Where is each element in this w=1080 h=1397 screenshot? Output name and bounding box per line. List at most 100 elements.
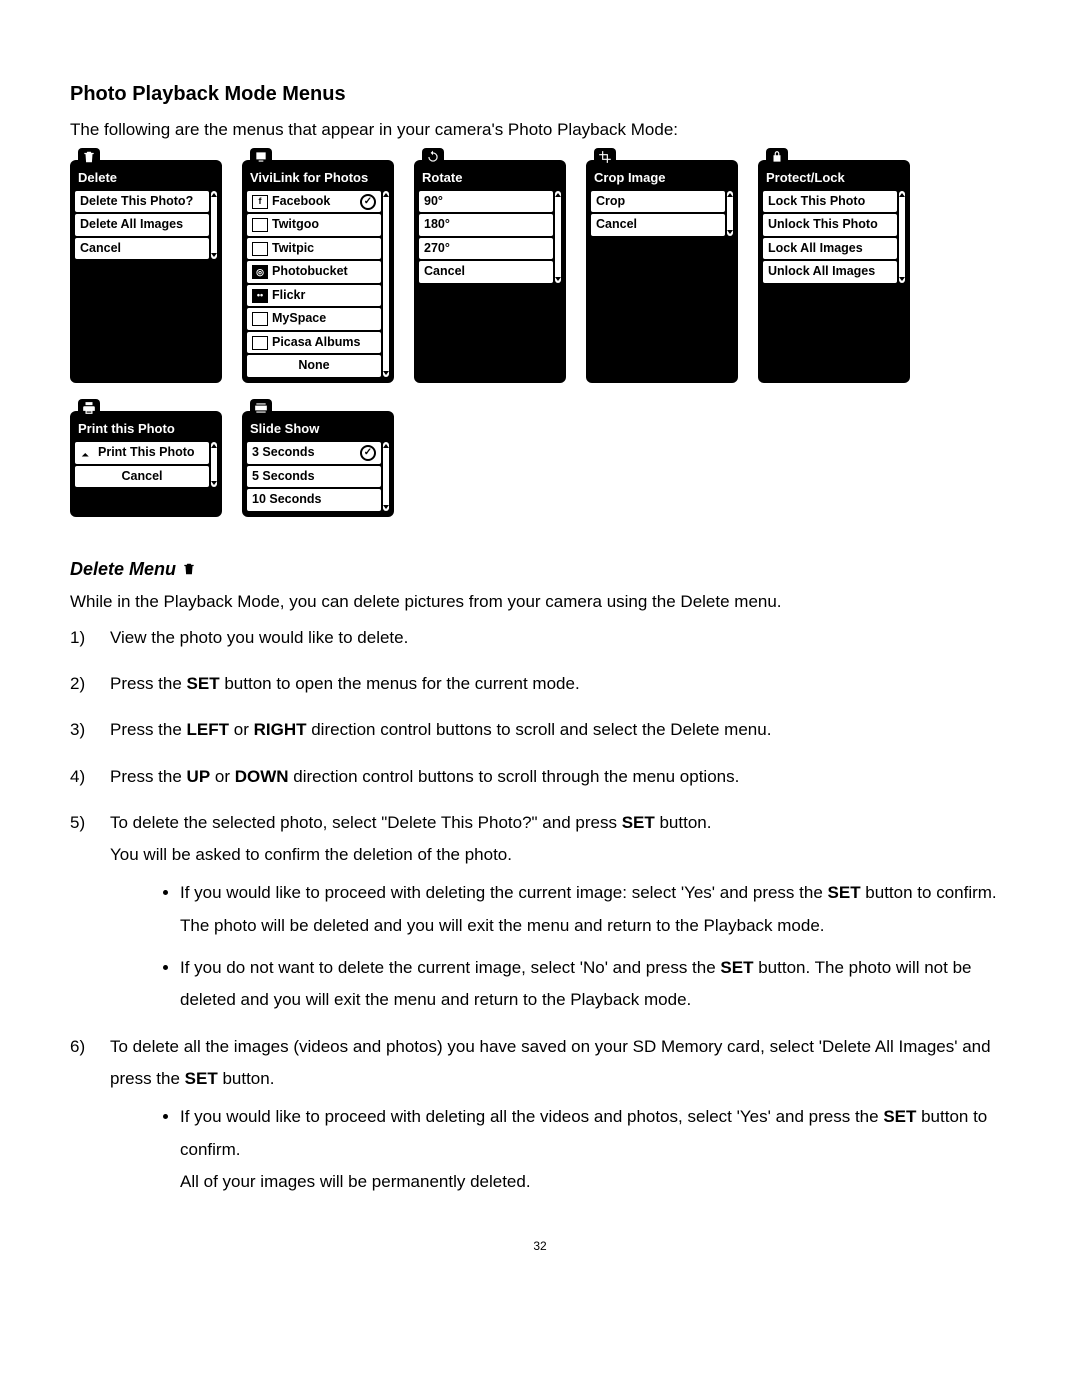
menu-item: 90° (419, 191, 553, 213)
crop-icon (594, 148, 616, 166)
menu-item: •• Flickr (247, 285, 381, 307)
t: direction control buttons to scroll thro… (289, 767, 740, 786)
t: button. (655, 813, 712, 832)
menu-item: Delete All Images (75, 214, 209, 236)
step-5-bullets: If you would like to proceed with deleti… (110, 877, 1010, 1016)
menu-item: Twitgoo (247, 214, 381, 236)
bullet: If you would like to proceed with deleti… (180, 1101, 1010, 1198)
t: You will be asked to confirm the deletio… (110, 845, 512, 864)
t: Press the (110, 674, 187, 693)
step-6-bullets: If you would like to proceed with deleti… (110, 1101, 1010, 1198)
menu-item: Cancel (75, 466, 209, 488)
menu-item: 3 Seconds (247, 442, 381, 464)
print-item-icon (80, 446, 94, 460)
menu-item: 10 Seconds (247, 489, 381, 511)
set-label: SET (828, 883, 861, 902)
t: or (210, 767, 235, 786)
menu-item: Picasa Albums (247, 332, 381, 354)
print-icon (78, 399, 100, 417)
menu-crop: Crop Image Crop Cancel (586, 160, 738, 383)
label: Twitgoo (272, 216, 319, 234)
menu-protect: Protect/Lock Lock This Photo Unlock This… (758, 160, 910, 383)
label: Facebook (272, 193, 330, 211)
menu-item: Print This Photo (75, 442, 209, 464)
label: MySpace (272, 310, 326, 328)
menu-item: Crop (591, 191, 725, 213)
page-title: Photo Playback Mode Menus (70, 80, 1010, 108)
down-label: DOWN (235, 767, 289, 786)
menu-item: None (247, 355, 381, 377)
scrollbar (727, 191, 733, 236)
menu-item: MySpace (247, 308, 381, 330)
scrollbar (899, 191, 905, 283)
left-label: LEFT (187, 720, 230, 739)
t: button to open the menus for the current… (220, 674, 580, 693)
menu-item: Delete This Photo? (75, 191, 209, 213)
menu-item: 5 Seconds (247, 466, 381, 488)
step-4: Press the UP or DOWN direction control b… (70, 761, 1010, 793)
right-label: RIGHT (254, 720, 307, 739)
rotate-icon (422, 148, 444, 166)
set-label: SET (185, 1069, 218, 1088)
slideshow-icon (250, 399, 272, 417)
t: Press the (110, 720, 187, 739)
menu-item: Unlock This Photo (763, 214, 897, 236)
menu-item: Cancel (419, 261, 553, 283)
t: To delete the selected photo, select "De… (110, 813, 622, 832)
t: If you would like to proceed with deleti… (180, 883, 828, 902)
twitpic-icon (252, 242, 268, 256)
set-label: SET (720, 958, 753, 977)
label: Picasa Albums (272, 334, 360, 352)
menu-item: Twitpic (247, 238, 381, 260)
check-icon (360, 445, 376, 461)
intro-text: The following are the menus that appear … (70, 118, 1010, 142)
menu-item: Cancel (591, 214, 725, 236)
set-label: SET (187, 674, 220, 693)
label: Photobucket (272, 263, 348, 281)
step-3: Press the LEFT or RIGHT direction contro… (70, 714, 1010, 746)
step-5: To delete the selected photo, select "De… (70, 807, 1010, 1017)
t: If you do not want to delete the current… (180, 958, 720, 977)
menu-item: Lock This Photo (763, 191, 897, 213)
t: All of your images will be permanently d… (180, 1172, 531, 1191)
menu-title: Protect/Lock (760, 166, 908, 191)
bullet: If you do not want to delete the current… (180, 952, 1010, 1017)
menu-vivilink: ViviLink for Photos f Facebook Twitgoo T… (242, 160, 394, 383)
label: Twitpic (272, 240, 314, 258)
check-icon (360, 194, 376, 210)
twitgoo-icon (252, 218, 268, 232)
menu-slideshow: Slide Show 3 Seconds 5 Seconds 10 Second… (242, 411, 394, 517)
step-1: View the photo you would like to delete. (70, 622, 1010, 654)
heading-text: Delete Menu (70, 557, 176, 582)
menu-delete: Delete Delete This Photo? Delete All Ima… (70, 160, 222, 383)
bullet: If you would like to proceed with deleti… (180, 877, 1010, 942)
page-number: 32 (70, 1238, 1010, 1255)
trash-icon (182, 562, 196, 576)
t: If you would like to proceed with deleti… (180, 1107, 883, 1126)
menu-item: ◎Photobucket (247, 261, 381, 283)
step-6: To delete all the images (videos and pho… (70, 1031, 1010, 1198)
menu-title: Print this Photo (72, 417, 220, 442)
facebook-icon: f (252, 195, 268, 209)
menu-screenshots: Delete Delete This Photo? Delete All Ima… (70, 160, 970, 517)
set-label: SET (883, 1107, 916, 1126)
menu-item: f Facebook (247, 191, 381, 213)
myspace-icon (252, 312, 268, 326)
label: Flickr (272, 287, 305, 305)
scrollbar (383, 442, 389, 511)
t: direction control buttons to scroll and … (307, 720, 772, 739)
menu-item: Cancel (75, 238, 209, 260)
menu-item: Unlock All Images (763, 261, 897, 283)
menu-item: Lock All Images (763, 238, 897, 260)
t: or (229, 720, 254, 739)
flickr-icon: •• (252, 289, 268, 303)
scrollbar (555, 191, 561, 283)
picasa-icon (252, 336, 268, 350)
menu-print: Print this Photo Print This Photo Cancel (70, 411, 222, 517)
steps-list: View the photo you would like to delete.… (70, 622, 1010, 1198)
menu-title: Slide Show (244, 417, 392, 442)
t: button. (218, 1069, 275, 1088)
menu-item: 180° (419, 214, 553, 236)
scrollbar (211, 191, 217, 260)
up-label: UP (187, 767, 211, 786)
